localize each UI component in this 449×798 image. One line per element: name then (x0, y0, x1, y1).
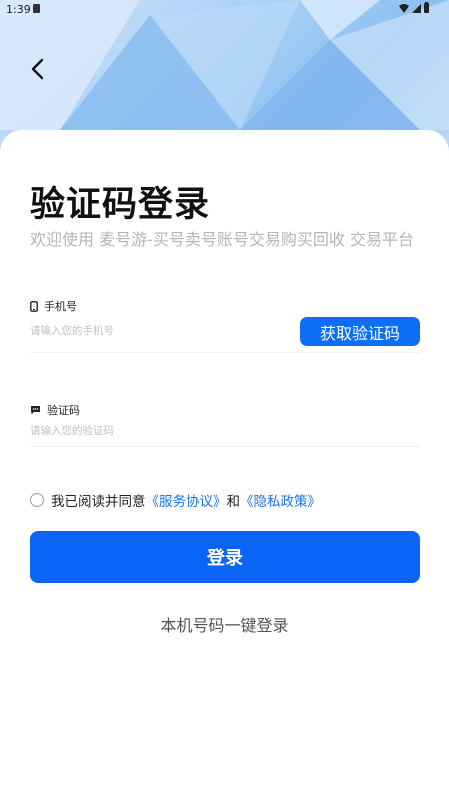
sim-card-icon (33, 4, 40, 13)
verification-code-input[interactable] (30, 420, 420, 442)
get-code-button[interactable]: 获取验证码 (300, 317, 420, 346)
page-title: 验证码登录 (30, 185, 211, 225)
signal-icon (412, 3, 421, 13)
back-button[interactable] (22, 54, 52, 84)
chevron-left-icon (31, 58, 44, 80)
phone-field-label: 手机号 (30, 298, 77, 314)
agreement-and: 和 (226, 494, 241, 510)
agreement-checkbox[interactable] (30, 493, 44, 507)
phone-input[interactable] (30, 320, 290, 342)
privacy-policy-link[interactable]: 《隐私政策》 (240, 490, 321, 510)
wifi-icon (399, 3, 409, 13)
service-agreement-link[interactable]: 《服务协议》 (146, 490, 227, 510)
code-label-text: 验证码 (47, 404, 80, 417)
battery-icon (424, 2, 429, 13)
phone-divider (30, 352, 420, 353)
login-button[interactable]: 登录 (30, 531, 420, 583)
phone-icon (30, 300, 38, 312)
one-key-login-link[interactable]: 本机号码一键登录 (0, 612, 449, 636)
agreement-prefix: 我已阅读并同意 (51, 494, 146, 510)
message-icon (31, 406, 40, 415)
code-divider (30, 446, 420, 447)
page-subtitle: 欢迎使用 麦号游-买号卖号账号交易购买回收 交易平台 (30, 230, 414, 249)
code-field-label: 验证码 (30, 402, 80, 418)
status-time: 1:39 (6, 3, 31, 16)
phone-label-text: 手机号 (44, 300, 77, 313)
status-bar: 1:39 (0, 0, 449, 18)
agreement-row: 我已阅读并同意 《服务协议》 和 《隐私政策》 (30, 490, 321, 510)
status-icons (399, 2, 429, 13)
